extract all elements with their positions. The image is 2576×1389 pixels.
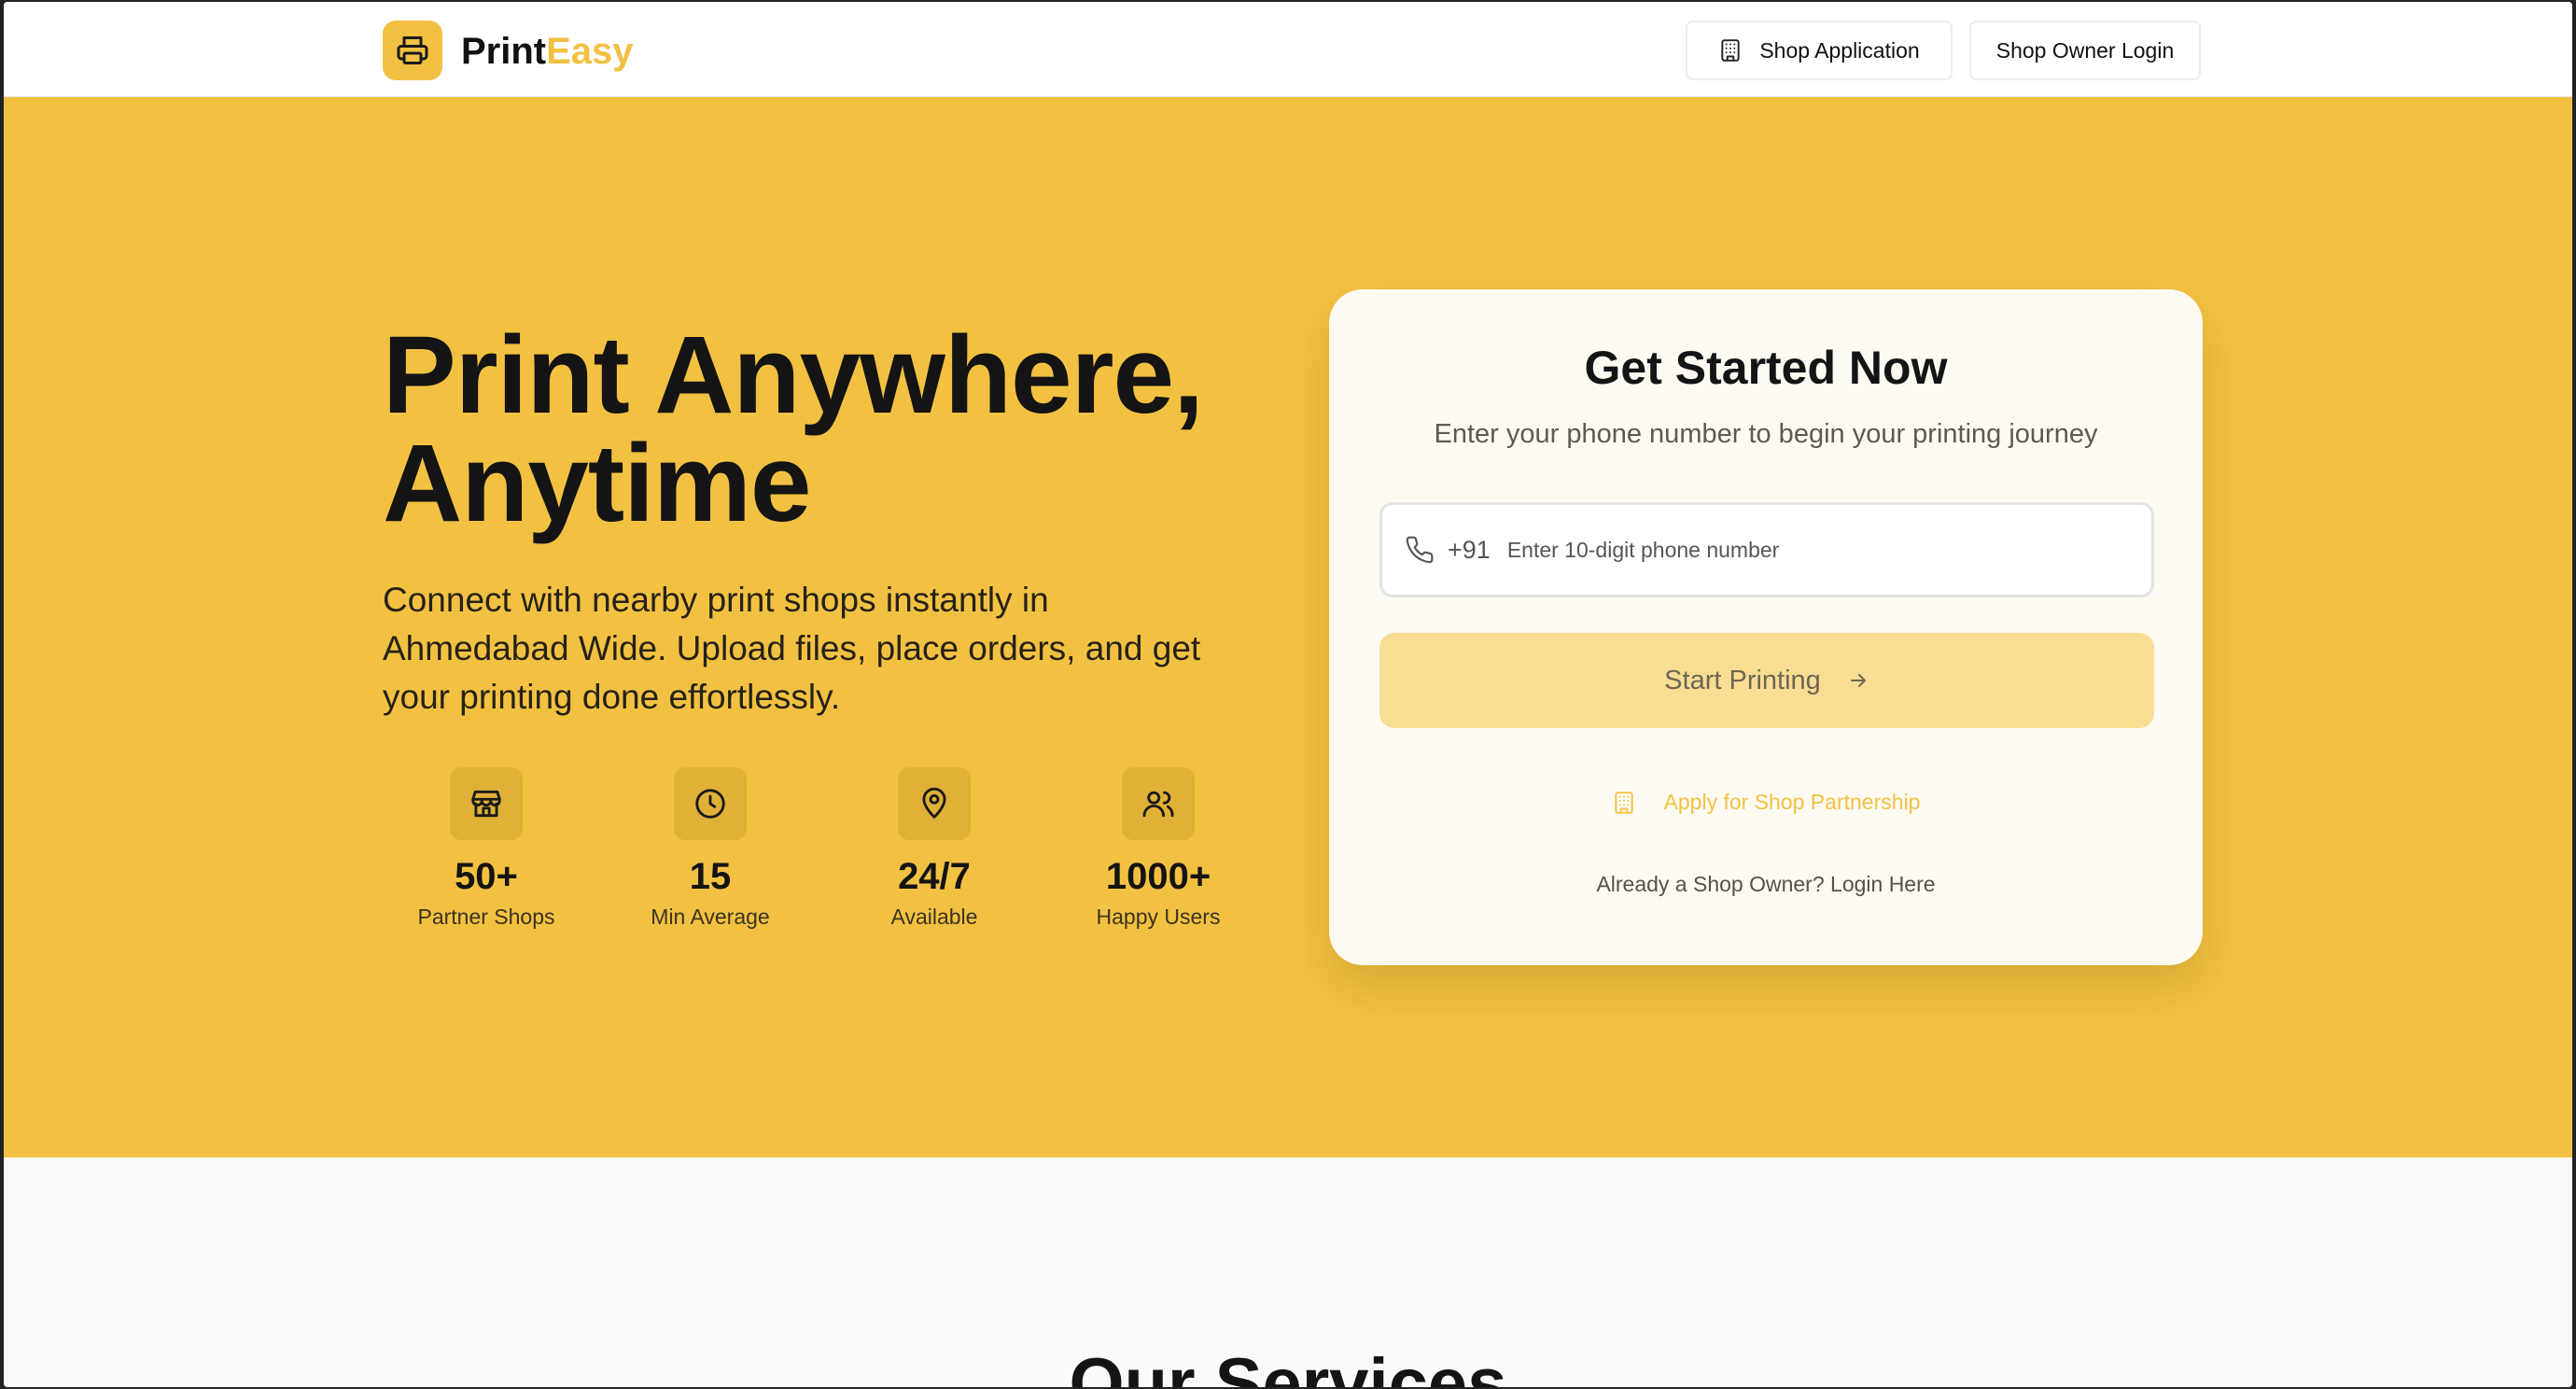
brand-name-part1: Print <box>461 31 547 72</box>
top-navbar: PrintEasy Shop Application Shop Owner Lo… <box>4 2 2572 97</box>
phone-icon <box>1406 536 1434 564</box>
stat-label: Happy Users <box>1096 905 1221 929</box>
shop-owner-login-link[interactable]: Already a Shop Owner? Login Here <box>1329 870 2203 898</box>
services-title: Our Services <box>1069 1344 1507 1387</box>
hero-title: Print Anywhere, Anytime <box>383 314 1316 545</box>
clock-icon <box>674 767 747 840</box>
start-printing-label: Start Printing <box>1664 665 1821 695</box>
brand-name[interactable]: PrintEasy <box>461 28 634 75</box>
stat-value: 50+ <box>455 856 518 897</box>
hero-section: Print Anywhere, Anytime Connect with nea… <box>4 97 2572 1158</box>
hero-description: Connect with nearby print shops instantl… <box>383 581 1201 716</box>
printer-logo-icon[interactable] <box>383 21 442 80</box>
stat-label: Min Average <box>651 905 770 929</box>
stat-value: 1000+ <box>1105 856 1211 897</box>
phone-prefix: +91 <box>1448 535 1491 564</box>
shop-application-label: Shop Application <box>1759 37 1920 63</box>
browser-window: PrintEasy Shop Application Shop Owner Lo… <box>4 2 2572 1387</box>
stat-label: Available <box>890 905 978 929</box>
shop-application-button[interactable]: Shop Application <box>1686 21 1953 80</box>
card-subtitle: Enter your phone number to begin your pr… <box>1434 419 2098 449</box>
store-icon <box>450 767 523 840</box>
location-pin-icon <box>898 767 971 840</box>
building-icon <box>1614 791 1633 814</box>
arrow-right-icon <box>1850 674 1866 687</box>
stat-available: 24/7 Available <box>836 767 1032 930</box>
stat-happy-users: 1000+ Happy Users <box>1060 767 1256 930</box>
card-title: Get Started Now <box>1584 342 1948 394</box>
phone-input[interactable] <box>1506 537 2067 563</box>
get-started-card: Get Started Now Enter your phone number … <box>1329 289 2203 965</box>
stat-value: 15 <box>689 856 732 897</box>
stat-partner-shops: 50+ Partner Shops <box>388 767 584 930</box>
building-icon <box>1721 39 1740 62</box>
brand-name-part2: Easy <box>546 31 634 72</box>
phone-field[interactable]: +91 <box>1379 502 2154 597</box>
users-icon <box>1122 767 1195 840</box>
shop-owner-login-button[interactable]: Shop Owner Login <box>1969 21 2201 80</box>
apply-shop-partnership-link[interactable]: Apply for Shop Partnership <box>1329 790 2203 815</box>
apply-shop-partnership-label: Apply for Shop Partnership <box>1663 790 1921 814</box>
shop-owner-login-label: Shop Owner Login <box>1995 37 2175 63</box>
hero-title-line2: Anytime <box>383 422 812 545</box>
stat-label: Partner Shops <box>417 905 555 929</box>
hero-title-line1: Print Anywhere, <box>383 314 1204 437</box>
stat-min-average: 15 Min Average <box>612 767 808 930</box>
start-printing-button[interactable]: Start Printing <box>1379 633 2154 728</box>
stat-value: 24/7 <box>898 856 971 897</box>
